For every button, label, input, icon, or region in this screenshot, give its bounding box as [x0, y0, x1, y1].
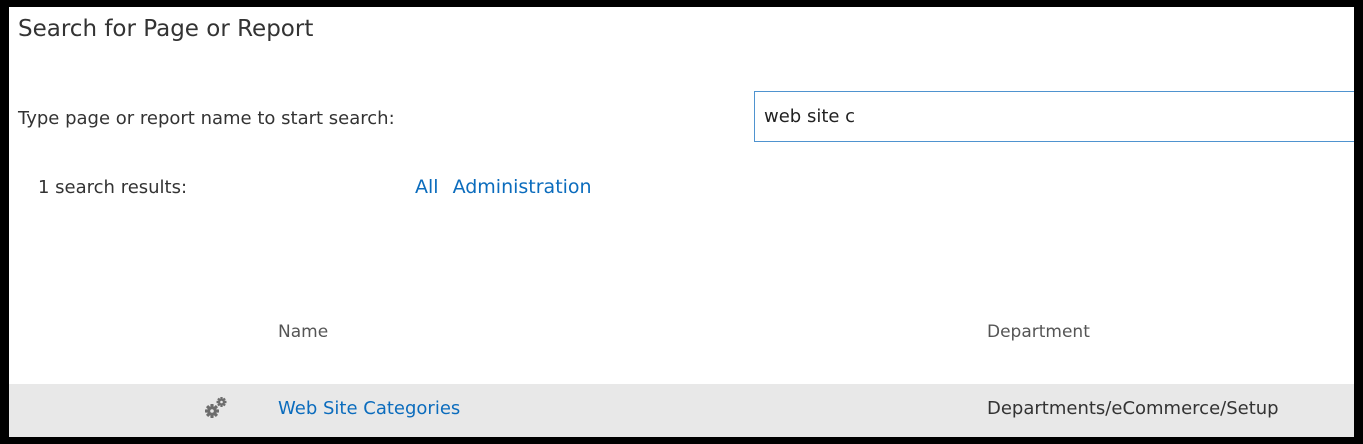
result-filters: All Administration: [415, 176, 592, 198]
results-count: 1 search results:: [38, 177, 188, 198]
gears-icon: [205, 397, 227, 418]
column-header-department: Department: [987, 322, 1090, 342]
page-title: Search for Page or Report: [18, 16, 314, 42]
search-input[interactable]: [754, 91, 1354, 142]
result-department: Departments/eCommerce/Setup: [987, 398, 1279, 419]
search-dialog: Search for Page or Report Type page or r…: [9, 7, 1354, 437]
search-label: Type page or report name to start search…: [18, 108, 395, 129]
filter-all-link[interactable]: All: [415, 176, 439, 198]
table-row[interactable]: Web Site Categories Departments/eCommerc…: [9, 384, 1354, 437]
result-link-web-site-categories[interactable]: Web Site Categories: [278, 398, 460, 419]
filter-administration-link[interactable]: Administration: [453, 176, 592, 198]
column-header-name: Name: [278, 322, 329, 342]
